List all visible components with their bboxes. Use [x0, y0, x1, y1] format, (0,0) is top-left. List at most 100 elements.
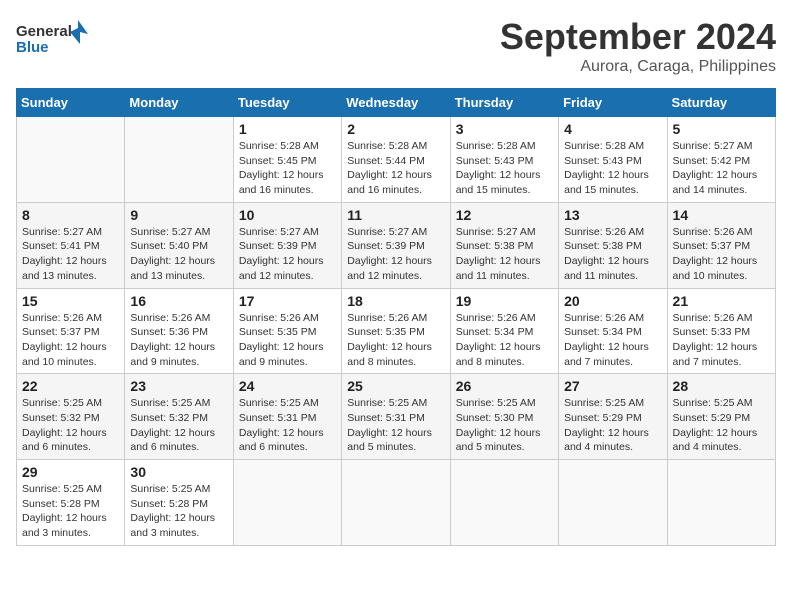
calendar-cell [17, 117, 125, 203]
day-info: Sunrise: 5:25 AMSunset: 5:28 PMDaylight:… [22, 482, 119, 541]
day-number: 24 [239, 378, 336, 394]
calendar-week-row: 22 Sunrise: 5:25 AMSunset: 5:32 PMDayligh… [17, 374, 776, 460]
calendar-cell [667, 460, 775, 546]
day-info: Sunrise: 5:26 AMSunset: 5:35 PMDaylight:… [347, 311, 444, 370]
calendar-cell: 9 Sunrise: 5:27 AMSunset: 5:40 PMDaylight… [125, 202, 233, 288]
day-info: Sunrise: 5:25 AMSunset: 5:32 PMDaylight:… [130, 396, 227, 455]
day-number: 29 [22, 464, 119, 480]
day-info: Sunrise: 5:27 AMSunset: 5:41 PMDaylight:… [22, 225, 119, 284]
day-info: Sunrise: 5:25 AMSunset: 5:32 PMDaylight:… [22, 396, 119, 455]
svg-text:Blue: Blue [16, 39, 49, 56]
calendar-cell: 19 Sunrise: 5:26 AMSunset: 5:34 PMDayligh… [450, 288, 558, 374]
calendar-cell: 26Sunrise: 5:25 AMSunset: 5:30 PMDayligh… [450, 374, 558, 460]
calendar-cell [559, 460, 667, 546]
calendar-cell [342, 460, 450, 546]
day-number: 22 [22, 378, 119, 394]
calendar-cell: 8 Sunrise: 5:27 AMSunset: 5:41 PMDaylight… [17, 202, 125, 288]
svg-text:General: General [16, 23, 72, 40]
weekday-header-row: SundayMondayTuesdayWednesdayThursdayFrid… [17, 89, 776, 117]
day-info: Sunrise: 5:25 AMSunset: 5:28 PMDaylight:… [130, 482, 227, 541]
weekday-header-saturday: Saturday [667, 89, 775, 117]
weekday-header-wednesday: Wednesday [342, 89, 450, 117]
day-number: 27 [564, 378, 661, 394]
calendar-cell: 12Sunrise: 5:27 AMSunset: 5:38 PMDayligh… [450, 202, 558, 288]
day-info: Sunrise: 5:28 AMSunset: 5:43 PMDaylight:… [564, 139, 661, 198]
day-number: 23 [130, 378, 227, 394]
day-number: 8 [22, 207, 119, 223]
calendar-cell: 17Sunrise: 5:26 AMSunset: 5:35 PMDayligh… [233, 288, 341, 374]
calendar-cell: 2 Sunrise: 5:28 AMSunset: 5:44 PMDaylight… [342, 117, 450, 203]
day-info: Sunrise: 5:28 AMSunset: 5:43 PMDaylight:… [456, 139, 553, 198]
weekday-header-sunday: Sunday [17, 89, 125, 117]
calendar-cell: 4 Sunrise: 5:28 AMSunset: 5:43 PMDaylight… [559, 117, 667, 203]
calendar-cell: 20 Sunrise: 5:26 AMSunset: 5:34 PMDayligh… [559, 288, 667, 374]
day-number: 13 [564, 207, 661, 223]
day-number: 5 [673, 121, 770, 137]
day-number: 20 [564, 293, 661, 309]
logo: General Blue [16, 16, 96, 64]
weekday-header-tuesday: Tuesday [233, 89, 341, 117]
calendar-cell: 25Sunrise: 5:25 AMSunset: 5:31 PMDayligh… [342, 374, 450, 460]
day-number: 28 [673, 378, 770, 394]
calendar-cell [450, 460, 558, 546]
logo-svg: General Blue [16, 16, 96, 64]
day-info: Sunrise: 5:26 AMSunset: 5:37 PMDaylight:… [673, 225, 770, 284]
day-info: Sunrise: 5:25 AMSunset: 5:29 PMDaylight:… [673, 396, 770, 455]
day-info: Sunrise: 5:26 AMSunset: 5:34 PMDaylight:… [564, 311, 661, 370]
day-number: 21 [673, 293, 770, 309]
day-number: 3 [456, 121, 553, 137]
calendar-cell: 1 Sunrise: 5:28 AMSunset: 5:45 PMDaylight… [233, 117, 341, 203]
calendar-week-row: 15Sunrise: 5:26 AMSunset: 5:37 PMDayligh… [17, 288, 776, 374]
day-number: 14 [673, 207, 770, 223]
day-number: 15 [22, 293, 119, 309]
day-number: 18 [347, 293, 444, 309]
calendar-week-row: 29 Sunrise: 5:25 AMSunset: 5:28 PMDayligh… [17, 460, 776, 546]
calendar-week-row: 8 Sunrise: 5:27 AMSunset: 5:41 PMDaylight… [17, 202, 776, 288]
calendar-cell: 16 Sunrise: 5:26 AMSunset: 5:36 PMDayligh… [125, 288, 233, 374]
calendar-cell: 28 Sunrise: 5:25 AMSunset: 5:29 PMDayligh… [667, 374, 775, 460]
title-area: September 2024 Aurora, Caraga, Philippin… [500, 16, 776, 76]
day-number: 16 [130, 293, 227, 309]
day-number: 26 [456, 378, 553, 394]
weekday-header-monday: Monday [125, 89, 233, 117]
day-info: Sunrise: 5:26 AMSunset: 5:34 PMDaylight:… [456, 311, 553, 370]
calendar-cell: 13 Sunrise: 5:26 AMSunset: 5:38 PMDayligh… [559, 202, 667, 288]
day-number: 1 [239, 121, 336, 137]
calendar-cell [233, 460, 341, 546]
day-info: Sunrise: 5:26 AMSunset: 5:36 PMDaylight:… [130, 311, 227, 370]
calendar-cell: 23 Sunrise: 5:25 AMSunset: 5:32 PMDayligh… [125, 374, 233, 460]
calendar-cell: 29 Sunrise: 5:25 AMSunset: 5:28 PMDayligh… [17, 460, 125, 546]
day-info: Sunrise: 5:27 AMSunset: 5:38 PMDaylight:… [456, 225, 553, 284]
calendar-cell: 30 Sunrise: 5:25 AMSunset: 5:28 PMDayligh… [125, 460, 233, 546]
day-info: Sunrise: 5:26 AMSunset: 5:35 PMDaylight:… [239, 311, 336, 370]
day-info: Sunrise: 5:27 AMSunset: 5:39 PMDaylight:… [239, 225, 336, 284]
day-info: Sunrise: 5:26 AMSunset: 5:38 PMDaylight:… [564, 225, 661, 284]
calendar-cell: 10 Sunrise: 5:27 AMSunset: 5:39 PMDayligh… [233, 202, 341, 288]
day-info: Sunrise: 5:28 AMSunset: 5:44 PMDaylight:… [347, 139, 444, 198]
calendar-cell: 15Sunrise: 5:26 AMSunset: 5:37 PMDayligh… [17, 288, 125, 374]
calendar-table: SundayMondayTuesdayWednesdayThursdayFrid… [16, 88, 776, 546]
day-number: 11 [347, 207, 444, 223]
day-number: 10 [239, 207, 336, 223]
day-info: Sunrise: 5:25 AMSunset: 5:29 PMDaylight:… [564, 396, 661, 455]
calendar-cell: 18 Sunrise: 5:26 AMSunset: 5:35 PMDayligh… [342, 288, 450, 374]
day-info: Sunrise: 5:26 AMSunset: 5:33 PMDaylight:… [673, 311, 770, 370]
calendar-cell: 11 Sunrise: 5:27 AMSunset: 5:39 PMDayligh… [342, 202, 450, 288]
calendar-cell: 22 Sunrise: 5:25 AMSunset: 5:32 PMDayligh… [17, 374, 125, 460]
calendar-cell: 27 Sunrise: 5:25 AMSunset: 5:29 PMDayligh… [559, 374, 667, 460]
day-number: 9 [130, 207, 227, 223]
day-number: 4 [564, 121, 661, 137]
calendar-cell: 21 Sunrise: 5:26 AMSunset: 5:33 PMDayligh… [667, 288, 775, 374]
day-number: 30 [130, 464, 227, 480]
calendar-cell: 3 Sunrise: 5:28 AMSunset: 5:43 PMDaylight… [450, 117, 558, 203]
day-number: 2 [347, 121, 444, 137]
day-number: 19 [456, 293, 553, 309]
calendar-cell [125, 117, 233, 203]
day-info: Sunrise: 5:28 AMSunset: 5:45 PMDaylight:… [239, 139, 336, 198]
day-info: Sunrise: 5:27 AMSunset: 5:40 PMDaylight:… [130, 225, 227, 284]
day-info: Sunrise: 5:27 AMSunset: 5:39 PMDaylight:… [347, 225, 444, 284]
day-info: Sunrise: 5:25 AMSunset: 5:31 PMDaylight:… [239, 396, 336, 455]
calendar-cell: 24 Sunrise: 5:25 AMSunset: 5:31 PMDayligh… [233, 374, 341, 460]
location-title: Aurora, Caraga, Philippines [500, 58, 776, 76]
calendar-week-row: 1 Sunrise: 5:28 AMSunset: 5:45 PMDaylight… [17, 117, 776, 203]
